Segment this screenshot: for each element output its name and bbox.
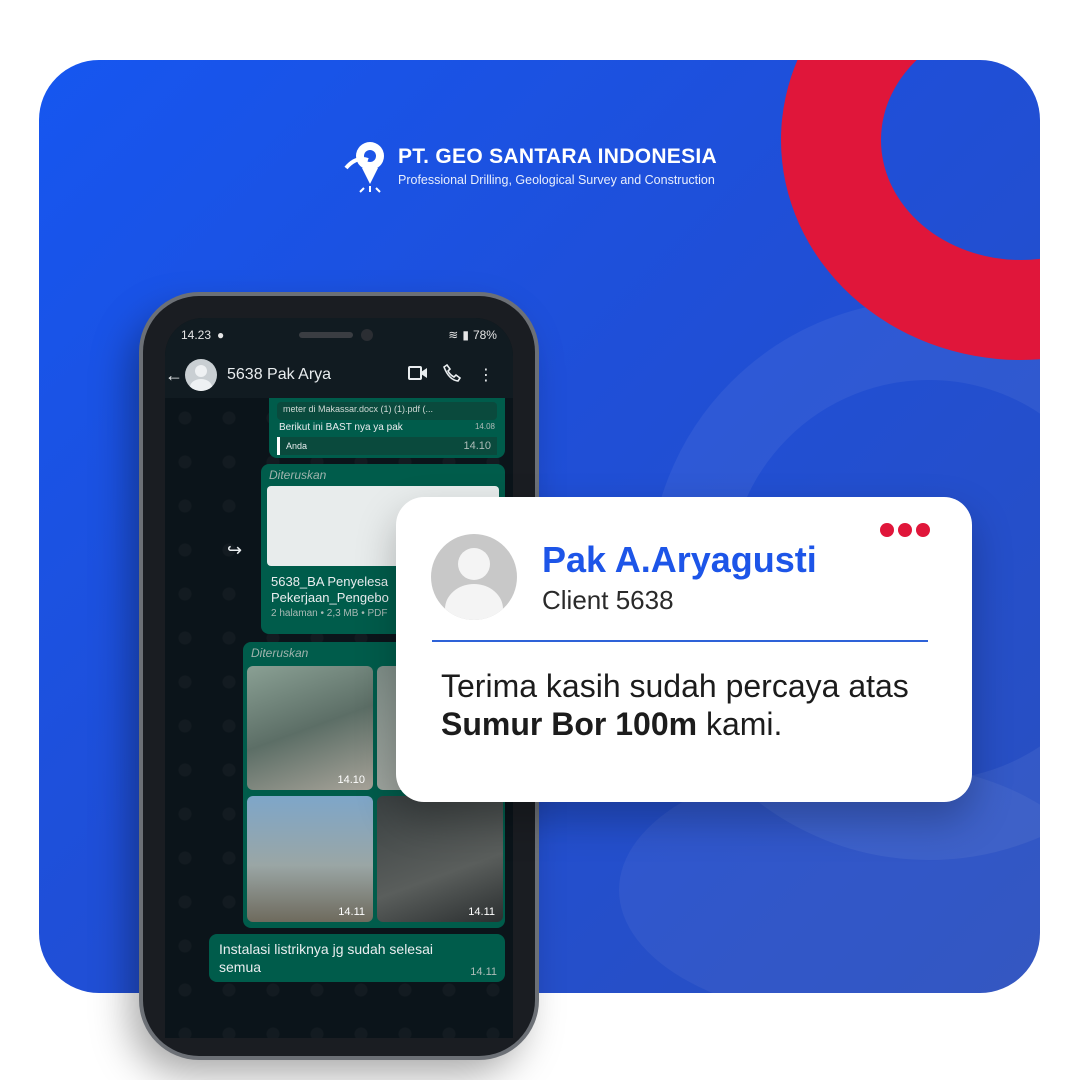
- decor-red-ring: [781, 60, 1040, 360]
- photo-3-time: 14.11: [338, 906, 365, 918]
- testimonial-quote: Terima kasih sudah percaya atas Sumur Bo…: [441, 667, 941, 743]
- last-message-text: Instalasi listriknya jg sudah selesai se…: [219, 941, 433, 975]
- front-camera: [361, 329, 374, 341]
- brand-title: PT. GEO SANTARA INDONESIA: [398, 145, 718, 168]
- drill-pin-icon: [342, 138, 394, 194]
- photo-4[interactable]: 14.11: [377, 796, 503, 922]
- quote-bold: Sumur Bor 100m: [441, 706, 698, 742]
- client-role: Client 5638: [542, 585, 674, 615]
- speaker-grille: [299, 332, 354, 338]
- testimonial-card: Pak A.Aryagusti Client 5638 Terima kasih…: [396, 497, 972, 802]
- text-message[interactable]: Instalasi listriknya jg sudah selesai se…: [209, 934, 505, 982]
- brand-subtitle: Professional Drilling, Geological Survey…: [398, 173, 715, 187]
- chat-header: ← 5638 Pak Arya ⋮: [165, 352, 513, 398]
- contact-name[interactable]: 5638 Pak Arya: [227, 366, 401, 384]
- forwarded-label: Diteruskan: [269, 468, 327, 482]
- last-message-time: 14.11: [470, 966, 497, 978]
- status-time: 14.23: [181, 328, 212, 342]
- client-name: Pak A.Aryagusti: [542, 539, 817, 580]
- chat-notification-icon: ●: [217, 328, 225, 342]
- user-avatar-icon: [431, 534, 517, 620]
- divider: [432, 640, 928, 642]
- battery-level: 78%: [472, 328, 497, 342]
- back-arrow-icon[interactable]: ←: [165, 365, 183, 386]
- status-bar: 14.23 ● ≋ ▮ 78%: [165, 318, 513, 352]
- photo-3[interactable]: 14.11: [247, 796, 373, 922]
- photo-1-time: 14.10: [337, 774, 365, 786]
- document-message[interactable]: meter di Makassar.docx (1) (1).pdf (... …: [269, 398, 505, 458]
- brand-logo: PT. GEO SANTARA INDONESIA Professional D…: [342, 138, 717, 194]
- quote-post: kami.: [697, 706, 783, 742]
- video-call-icon[interactable]: [401, 365, 435, 386]
- doc-filename: meter di Makassar.docx (1) (1).pdf (...: [283, 404, 434, 414]
- doc-time-small: 14.08: [474, 422, 495, 431]
- photo-4-time: 14.11: [468, 906, 495, 918]
- phone-call-icon[interactable]: [435, 363, 469, 387]
- wifi-icon: ≋: [448, 328, 459, 342]
- contact-avatar[interactable]: [185, 359, 217, 391]
- doc-caption: Berikut ini BAST nya ya pak: [279, 422, 403, 433]
- doc-time: 14.10: [463, 440, 491, 452]
- photo-1[interactable]: 14.10: [247, 666, 373, 790]
- more-options-icon[interactable]: ⋮: [469, 365, 503, 385]
- signal-icon: ▮: [462, 328, 469, 342]
- forward-arrow-icon[interactable]: ↪: [227, 540, 242, 561]
- quote-pre: Terima kasih sudah percaya atas: [441, 668, 909, 704]
- more-dots-icon: [880, 523, 930, 537]
- reply-author: Anda: [286, 441, 308, 451]
